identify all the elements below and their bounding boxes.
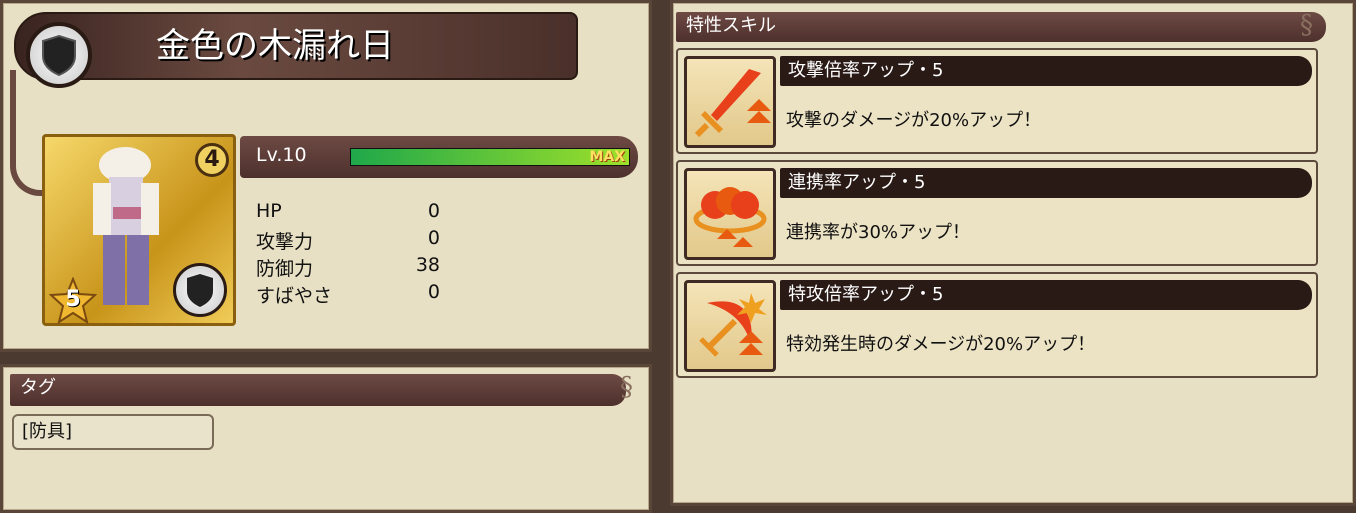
- skill-icon-box: [684, 280, 776, 372]
- tags-curl-ornament: §: [620, 372, 633, 402]
- skill-description: 連携率が30%アップ！: [786, 222, 971, 243]
- skill-description: 特効発生時のダメージが20%アップ！: [786, 334, 1096, 355]
- skill-icon-box: [684, 168, 776, 260]
- tags-header: タグ: [10, 374, 626, 406]
- rank-badge: 4: [195, 143, 229, 177]
- stat-row-speed: すばやさ: [256, 281, 332, 308]
- stat-value-hp: 0: [427, 200, 440, 222]
- item-name: 金色の木漏れ日: [156, 26, 394, 66]
- chain-up-icon: [693, 187, 767, 247]
- skill-card[interactable]: 連携率アップ・5 連携率が30%アップ！: [676, 160, 1318, 266]
- stat-label: HP: [256, 200, 282, 222]
- skill-name: 特攻倍率アップ・5: [780, 280, 1312, 310]
- title-ornament-left: [10, 70, 46, 196]
- skill-card[interactable]: 攻撃倍率アップ・5 攻撃のダメージが20%アップ！: [676, 48, 1318, 154]
- stat-label: 防御力: [256, 258, 314, 280]
- skill-name: 攻撃倍率アップ・5: [780, 56, 1312, 86]
- stat-row-defense: 防御力: [256, 254, 313, 281]
- stat-row-hp: HP: [256, 200, 282, 222]
- category-badge: [26, 22, 92, 88]
- skill-card[interactable]: 特攻倍率アップ・5 特効発生時のダメージが20%アップ！: [676, 272, 1318, 378]
- stat-value-attack: 0: [427, 227, 440, 249]
- level-gauge-fill: [351, 149, 629, 165]
- tag-item[interactable]: [防具]: [12, 414, 214, 450]
- item-card[interactable]: 4 5: [42, 134, 236, 326]
- card-category-badge: [173, 263, 227, 317]
- level-gauge: MAX: [350, 148, 630, 166]
- special-attack-up-icon: [699, 293, 767, 357]
- stat-value-defense: 38: [415, 254, 440, 276]
- stat-label: すばやさ: [256, 285, 333, 307]
- skill-description: 攻撃のダメージが20%アップ！: [786, 110, 1042, 131]
- shield-icon: [187, 274, 213, 307]
- stat-value-speed: 0: [427, 281, 440, 303]
- skills-title: 特性スキル: [686, 15, 776, 36]
- max-label: MAX: [589, 149, 625, 165]
- tags-title: タグ: [20, 377, 56, 398]
- skills-header: 特性スキル: [676, 12, 1326, 42]
- level-bar-container: Lv.10 MAX: [240, 136, 638, 178]
- shield-icon: [42, 34, 76, 77]
- star-rarity: 5: [49, 277, 97, 325]
- star-count: 5: [65, 287, 81, 312]
- sword-up-icon: [694, 69, 771, 138]
- skill-name: 連携率アップ・5: [780, 168, 1312, 198]
- stat-label: 攻撃力: [256, 231, 314, 253]
- stat-row-attack: 攻撃力: [256, 227, 313, 254]
- level-label: Lv.10: [256, 144, 307, 166]
- skills-curl-ornament: §: [1300, 10, 1313, 40]
- skill-icon-box: [684, 56, 776, 148]
